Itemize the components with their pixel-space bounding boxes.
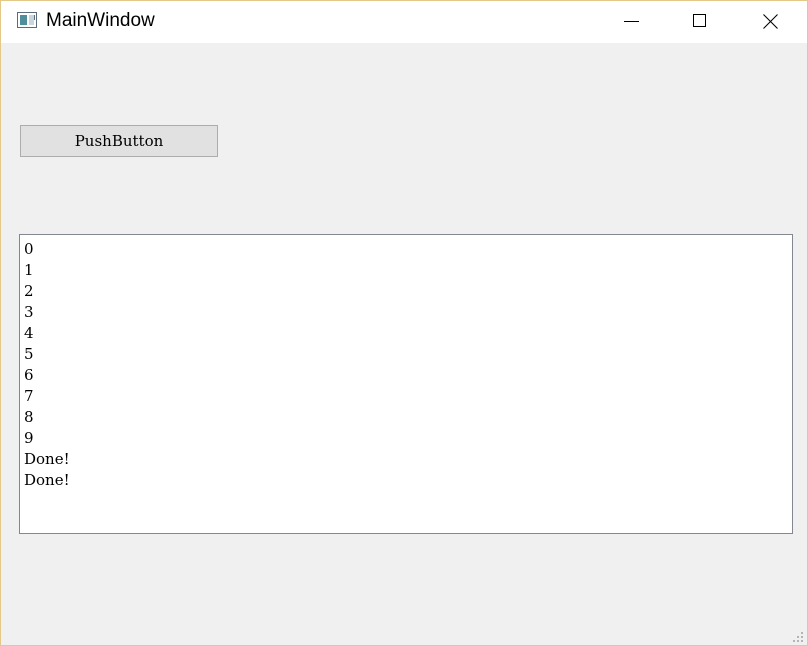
title-bar[interactable]: MainWindow [1, 1, 807, 43]
app-window-icon [17, 12, 37, 28]
output-line: 4 [24, 324, 34, 342]
resize-grip-icon[interactable] [793, 632, 803, 642]
output-line: 8 [24, 408, 34, 426]
close-icon [763, 14, 778, 29]
output-line: 3 [24, 303, 34, 321]
maximize-button[interactable] [665, 1, 735, 43]
text-output[interactable]: 0 1 2 3 4 5 6 7 8 9 Done! Done! [19, 234, 793, 534]
output-line: Done! [24, 471, 70, 489]
minimize-button[interactable] [596, 1, 666, 43]
output-line: 7 [24, 387, 34, 405]
output-line: 0 [24, 240, 34, 258]
output-line: 2 [24, 282, 34, 300]
push-button[interactable]: PushButton [20, 125, 218, 157]
window-title: MainWindow [46, 10, 155, 31]
minimize-icon [624, 21, 639, 22]
output-line: Done! [24, 450, 70, 468]
output-line: 1 [24, 261, 34, 279]
output-line: 5 [24, 345, 34, 363]
output-line: 9 [24, 429, 34, 447]
maximize-icon [693, 14, 706, 27]
main-window: MainWindow PushButton 0 1 2 3 4 5 6 7 8 9 Done! Don… [0, 0, 808, 646]
output-line: 6 [24, 366, 34, 384]
close-button[interactable] [735, 1, 805, 43]
